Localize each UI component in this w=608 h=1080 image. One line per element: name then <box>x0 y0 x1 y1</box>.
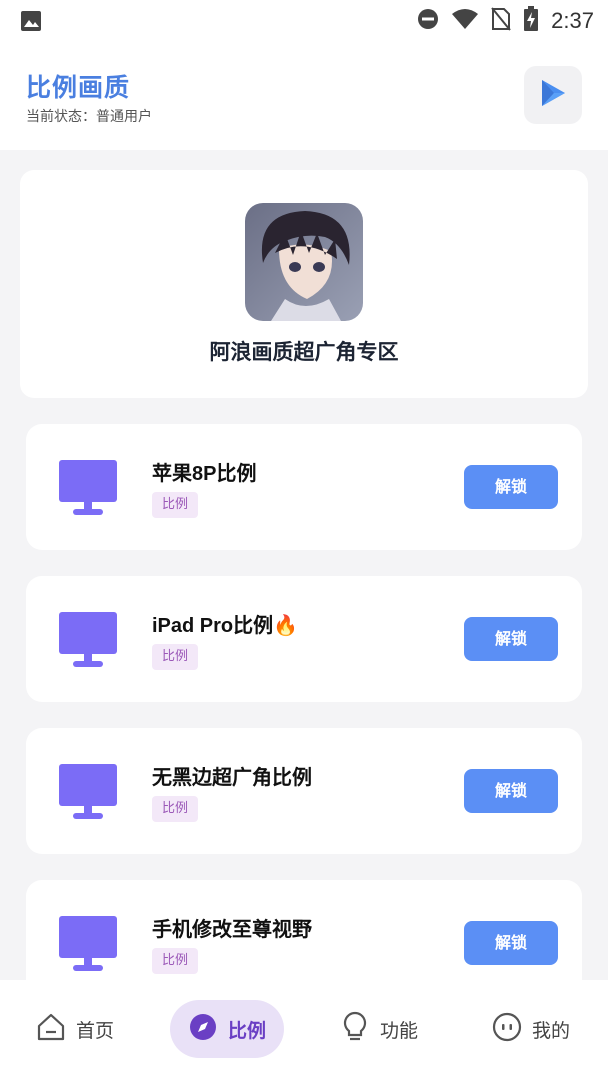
monitor-icon <box>59 460 117 520</box>
page-title: 比例画质 <box>26 73 131 102</box>
card-title: 无黑边超广角比例 <box>152 767 312 789</box>
monitor-icon <box>59 612 117 672</box>
card-title: 手机修改至尊视野 <box>152 919 312 941</box>
unlock-button[interactable]: 解锁 <box>464 465 558 509</box>
app-header: 比例画质 当前状态：普通用户 <box>0 42 608 150</box>
play-store-icon <box>538 78 568 112</box>
category-tag: 比例 <box>152 492 199 518</box>
nav-item-mine[interactable]: 我的 <box>492 1000 570 1058</box>
bottom-nav: 首页 比例 功能 我的 <box>0 980 608 1080</box>
banner-title: 阿浪画质超广角专区 <box>209 340 399 364</box>
user-status: 当前状态：普通用户 <box>26 109 152 125</box>
monitor-icon <box>59 764 117 824</box>
no-sim-icon <box>491 7 511 35</box>
battery-charging-icon <box>523 6 539 36</box>
nav-item-features[interactable]: 功能 <box>340 1000 418 1058</box>
play-store-button[interactable] <box>524 66 582 124</box>
nav-label: 比例 <box>228 1019 267 1042</box>
nav-item-ratio[interactable]: 比例 <box>170 1000 285 1058</box>
ratio-card: 无黑边超广角比例 比例 解锁 <box>26 728 582 854</box>
face-icon <box>492 1012 522 1047</box>
lightbulb-icon <box>340 1011 370 1048</box>
nav-item-home[interactable]: 首页 <box>36 1000 114 1058</box>
do-not-disturb-icon <box>417 8 439 34</box>
zone-banner: 阿浪画质超广角专区 <box>20 170 588 398</box>
category-tag: 比例 <box>152 644 199 670</box>
image-icon <box>20 10 42 36</box>
clock: 2:37 <box>551 8 594 33</box>
status-bar: 2:37 <box>0 0 608 42</box>
ratio-card: 苹果8P比例 比例 解锁 <box>26 424 582 550</box>
unlock-button[interactable]: 解锁 <box>464 769 558 813</box>
unlock-button[interactable]: 解锁 <box>464 617 558 661</box>
nav-label: 功能 <box>380 1019 419 1042</box>
category-tag: 比例 <box>152 948 199 974</box>
card-title: iPad Pro比例🔥 <box>152 615 299 637</box>
compass-icon <box>188 1012 218 1047</box>
nav-label: 首页 <box>76 1019 115 1042</box>
card-title: 苹果8P比例 <box>152 463 257 485</box>
unlock-button[interactable]: 解锁 <box>464 921 558 965</box>
avatar <box>245 203 363 321</box>
home-icon <box>36 1012 66 1047</box>
wifi-icon <box>451 8 479 34</box>
monitor-icon <box>59 916 117 976</box>
category-tag: 比例 <box>152 796 199 822</box>
nav-label: 我的 <box>532 1019 571 1042</box>
ratio-card: iPad Pro比例🔥 比例 解锁 <box>26 576 582 702</box>
